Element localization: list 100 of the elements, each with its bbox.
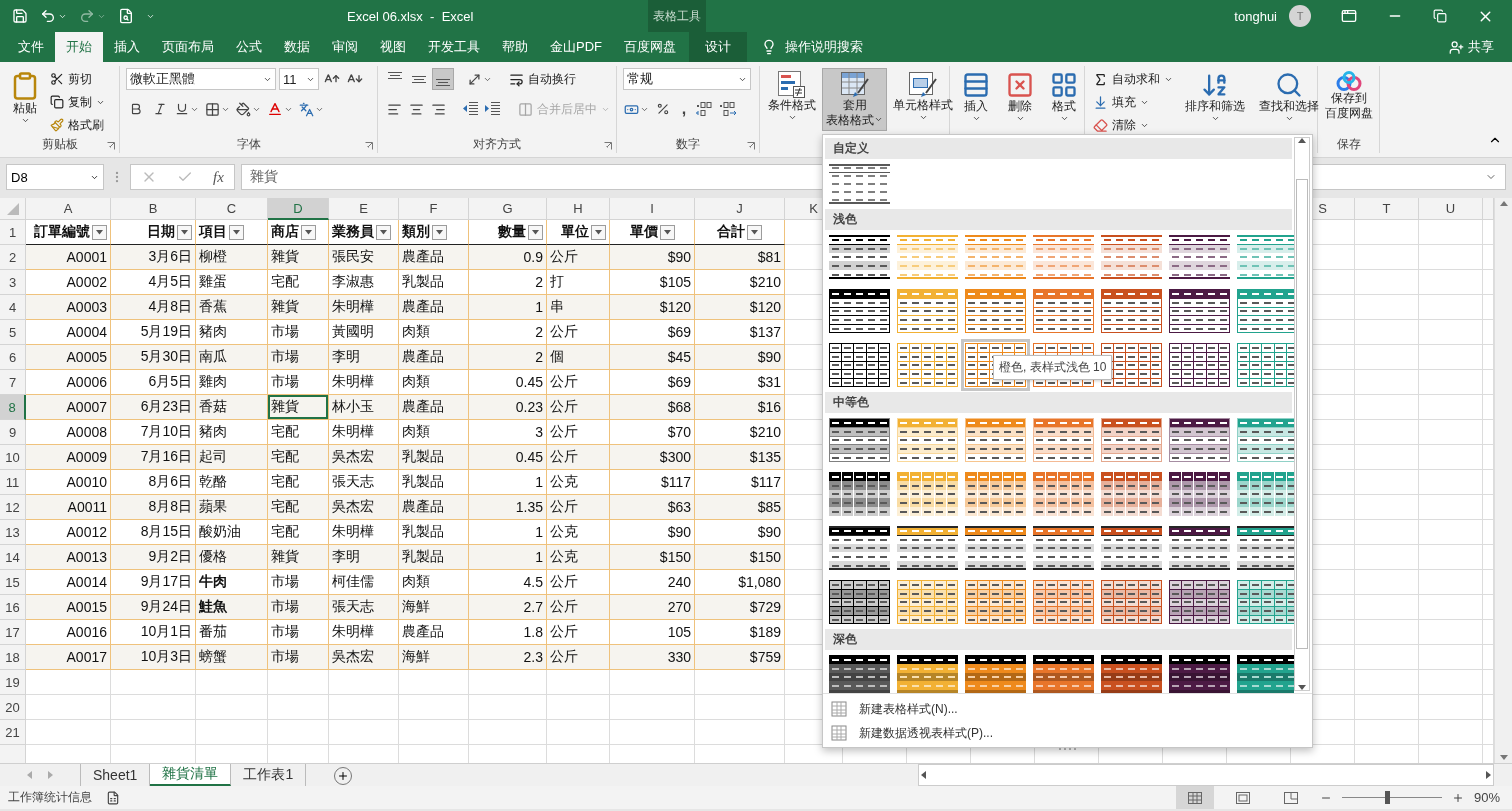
column-header[interactable]: D [268,198,329,220]
table-cell[interactable]: 公斤 [547,595,610,620]
insert-button[interactable]: 插入 [958,68,994,126]
ribbon-tab[interactable]: 开发工具 [417,32,491,62]
column-header[interactable]: B [111,198,196,220]
table-cell[interactable]: 南瓜 [196,345,268,370]
table-cell[interactable]: 張天志 [329,595,399,620]
table-cell[interactable]: 1 [469,295,547,320]
table-cell[interactable]: $150 [610,545,695,570]
table-cell[interactable]: 0.45 [469,445,547,470]
table-cell[interactable]: 雜貨 [268,295,329,320]
table-cell[interactable]: 雜貨 [268,245,329,270]
table-cell[interactable]: 串 [547,295,610,320]
format-button[interactable]: 格式 [1046,68,1082,126]
number-format-field[interactable]: 常规 [623,68,751,90]
ribbon-tab[interactable]: 页面布局 [151,32,225,62]
table-cell[interactable]: 市場 [268,595,329,620]
column-header[interactable]: J [695,198,785,220]
zoom-percent[interactable]: 90% [1473,790,1500,805]
conditional-format-button[interactable]: 条件格式 [764,68,820,125]
table-cell[interactable]: 農產品 [399,495,469,520]
table-cell[interactable]: 吳杰宏 [329,645,399,670]
table-cell[interactable]: 螃蟹 [196,645,268,670]
cell-styles-button[interactable]: 单元格样式 [889,68,957,125]
table-cell[interactable]: $135 [695,445,785,470]
row-header[interactable]: 19 [0,670,26,695]
table-cell[interactable]: 1.35 [469,495,547,520]
fill-button[interactable]: 填充 [1091,91,1175,113]
table-cell[interactable]: 9月2日 [111,545,196,570]
delete-button[interactable]: 删除 [1002,68,1038,126]
ribbon-tab[interactable]: 审阅 [321,32,369,62]
table-cell[interactable]: $85 [695,495,785,520]
table-cell[interactable]: A0013 [26,545,111,570]
format-painter-button[interactable]: 格式刷 [48,114,107,136]
ribbon-tab[interactable]: 公式 [225,32,273,62]
table-cell[interactable]: 乳製品 [399,445,469,470]
column-header[interactable]: T [1355,198,1419,220]
table-cell[interactable]: A0011 [26,495,111,520]
row-header[interactable]: 11 [0,470,26,495]
table-cell[interactable]: A0009 [26,445,111,470]
find-select-button[interactable]: 查找和选择 [1255,68,1323,126]
column-header[interactable]: I [610,198,695,220]
table-cell[interactable]: 李明 [329,545,399,570]
row-header[interactable]: 17 [0,620,26,645]
wrap-text-button[interactable]: 自动换行 [507,68,578,90]
table-cell[interactable]: 張民安 [329,245,399,270]
table-cell[interactable]: 吳杰宏 [329,445,399,470]
table-cell[interactable]: 公斤 [547,395,610,420]
table-cell[interactable]: A0015 [26,595,111,620]
row-header[interactable]: 9 [0,420,26,445]
table-cell[interactable]: 乳製品 [399,545,469,570]
table-cell[interactable]: 市場 [268,645,329,670]
table-cell[interactable]: 起司 [196,445,268,470]
table-cell[interactable]: 鮭魚 [196,595,268,620]
ribbon-tab[interactable]: 金山PDF [539,32,613,62]
table-cell[interactable]: 4月8日 [111,295,196,320]
table-cell[interactable]: 農產品 [399,295,469,320]
table-cell[interactable]: 朱明樺 [329,295,399,320]
table-cell[interactable]: 公克 [547,545,610,570]
ribbon-tab[interactable]: 帮助 [491,32,539,62]
row-header[interactable]: 5 [0,320,26,345]
table-cell[interactable]: 270 [610,595,695,620]
table-cell[interactable]: 優格 [196,545,268,570]
row-header[interactable]: 1 [0,220,26,245]
table-cell[interactable]: $81 [695,245,785,270]
table-cell[interactable]: 農產品 [399,345,469,370]
table-cell[interactable]: $729 [695,595,785,620]
ribbon-tab[interactable]: 设计 [689,32,747,62]
table-cell[interactable]: 李明 [329,345,399,370]
column-header[interactable]: A [26,198,111,220]
table-cell[interactable]: $120 [695,295,785,320]
table-cell[interactable]: A0003 [26,295,111,320]
table-cell[interactable]: 林小玉 [329,395,399,420]
table-cell[interactable]: 個 [547,345,610,370]
autosum-button[interactable]: 自动求和 [1091,68,1175,90]
table-cell[interactable]: 1 [469,545,547,570]
menu-item[interactable]: 新建表格样式(N)... [831,698,1304,720]
table-cell[interactable]: 雜貨 [268,545,329,570]
table-cell[interactable]: 宅配 [268,495,329,520]
font-size-field[interactable]: 11 [279,68,319,90]
table-cell[interactable]: 柳橙 [196,245,268,270]
table-cell[interactable]: 0.9 [469,245,547,270]
name-box[interactable]: D8 [6,164,104,190]
table-cell[interactable]: 8月8日 [111,495,196,520]
table-cell[interactable]: $16 [695,395,785,420]
table-cell[interactable]: $150 [695,545,785,570]
clear-button[interactable]: 清除 [1091,114,1175,136]
table-cell[interactable]: 330 [610,645,695,670]
ribbon-tab[interactable]: 视图 [369,32,417,62]
table-cell[interactable]: 7月16日 [111,445,196,470]
table-cell[interactable]: 公斤 [547,245,610,270]
table-cell[interactable]: $45 [610,345,695,370]
table-cell[interactable]: 2 [469,345,547,370]
table-cell[interactable]: 蘋果 [196,495,268,520]
row-header[interactable]: 21 [0,720,26,745]
table-cell[interactable]: 6月23日 [111,395,196,420]
column-header[interactable]: F [399,198,469,220]
table-cell[interactable]: 農產品 [399,245,469,270]
table-cell[interactable]: 公斤 [547,645,610,670]
table-cell[interactable]: 農產品 [399,395,469,420]
